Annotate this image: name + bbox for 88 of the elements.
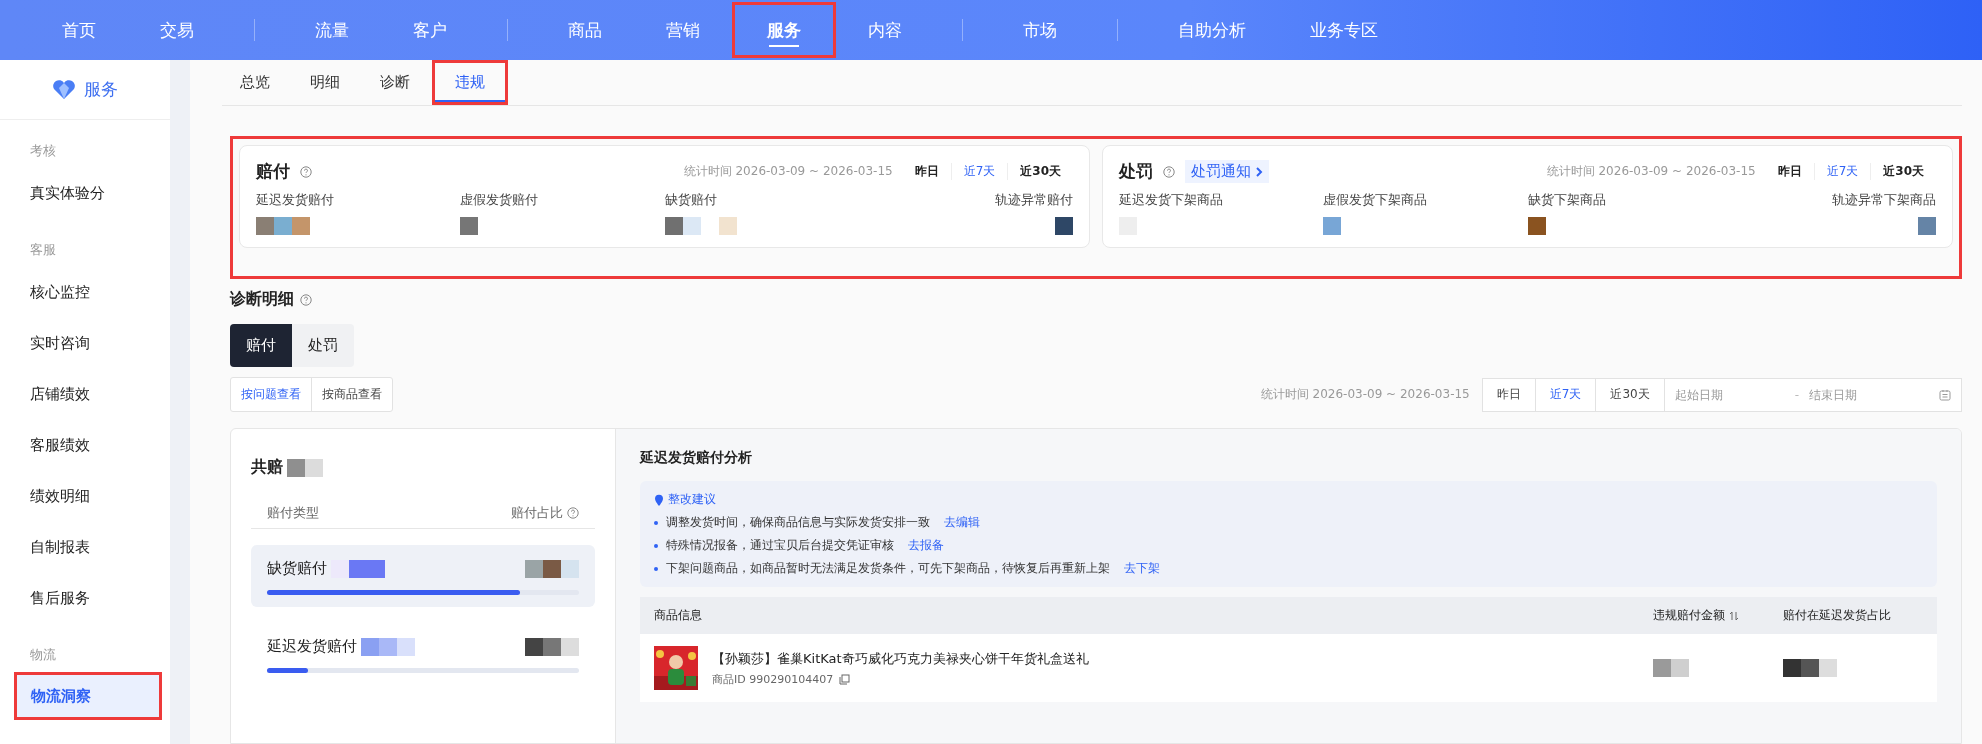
range-option[interactable]: 近30天 [1870,163,1936,180]
metric-label: 缺货赔付 [664,191,717,209]
advice-link[interactable]: 去下架 [1124,560,1160,577]
help-icon[interactable] [300,293,312,306]
card-title: 赔付 [256,160,290,183]
location-pin-icon [654,493,664,506]
sub-tab[interactable]: 诊断 [362,60,428,105]
range-option[interactable]: 近7天 [950,163,1008,180]
sidebar-item[interactable]: 售后服务 [0,573,168,624]
pixelated-value-drawing [1653,659,1689,677]
view-tab[interactable]: 按商品查看 [311,378,392,411]
column-header: 违规赔付金额 [1653,607,1725,624]
sidebar-item[interactable]: 真实体验分 [0,168,168,219]
metric-label: 虚假发货下架商品 [1323,191,1428,209]
chevron-right-icon [1255,166,1263,177]
bullet-icon [654,520,658,525]
pixelated-value-drawing [256,217,310,235]
pixelated-value-drawing [1783,659,1837,677]
card-title: 处罚 [1119,160,1153,183]
range-option[interactable]: 近7天 [1813,163,1871,180]
pixelated-value-drawing [1055,217,1073,235]
bullet-icon [654,543,658,548]
compensation-type-row[interactable]: 缺货赔付 [251,545,595,607]
nav-item[interactable]: 业务专区 [1278,0,1410,60]
bullet-icon [654,566,658,571]
advice-title: 整改建议 [668,491,716,508]
pixelated-value-drawing [361,637,415,656]
analysis-title: 延迟发货赔付分析 [640,449,753,467]
type-tab[interactable]: 赔付 [230,324,292,367]
metric-label: 虚假发货赔付 [460,191,539,209]
sidebar-section-heading: 考核 [29,142,57,160]
pixelated-value-drawing [525,637,579,656]
compensation-type-row[interactable]: 延迟发货赔付 [251,623,595,685]
type-label: 缺货赔付 [267,559,327,578]
sort-icon[interactable] [1729,610,1739,621]
column-header: 赔付在延迟发货占比 [1783,607,1891,624]
pixelated-value-drawing [460,217,479,235]
advice-text: 调整发货时间，确保商品信息与实际发货安排一致 [666,514,930,531]
sidebar-item[interactable]: 物流洞察 [14,672,162,720]
help-icon[interactable] [1163,165,1175,178]
advice-link[interactable]: 去编辑 [944,514,980,531]
range-option[interactable]: 近30天 [1007,163,1073,180]
range-option[interactable]: 昨日 [902,163,951,180]
type-label: 延迟发货赔付 [267,637,357,656]
advice-text: 下架问题商品，如商品暂时无法满足发货条件，可先下架商品，待恢复后再重新上架 [666,560,1110,577]
column-header: 商品信息 [654,607,702,624]
period-text: 统计时间 2026-03-09 ~ 2026-03-15 [683,163,893,180]
metric-label: 轨迹异常赔付 [995,191,1073,209]
help-icon[interactable] [300,165,312,178]
range-option[interactable]: 昨日 [1765,163,1814,180]
section-title: 诊断明细 [230,289,294,310]
sub-tab[interactable]: 明细 [292,60,358,105]
sidebar-section-heading: 客服 [29,241,57,259]
sidebar-item[interactable]: 店铺绩效 [0,369,168,420]
copy-icon[interactable] [839,673,851,685]
pixelated-value-drawing [1918,217,1936,235]
advice-link[interactable]: 去报备 [908,537,944,554]
sidebar-item[interactable]: 实时咨询 [0,318,168,369]
view-tab[interactable]: 按问题查看 [231,378,311,411]
pixelated-value-drawing [1323,217,1342,235]
column-header: 赔付占比 [511,504,563,522]
total-heading: 共赔 [251,457,283,478]
metric-label: 延迟发货下架商品 [1119,191,1223,209]
pixelated-value-drawing [525,559,579,578]
pixelated-value-drawing [287,458,323,477]
heart-logo-icon [52,79,76,100]
metric-label: 缺货下架商品 [1527,191,1606,209]
metric-label: 轨迹异常下架商品 [1832,191,1936,209]
sidebar-title: 服务 [84,78,118,101]
sidebar-section-heading: 物流 [29,646,57,664]
pixelated-value-drawing [331,559,385,578]
sidebar-item[interactable]: 客服绩效 [0,420,168,471]
sidebar-item[interactable]: 核心监控 [0,267,168,318]
type-tab[interactable]: 处罚 [292,324,354,367]
product-id: 商品ID 990290104407 [712,671,834,687]
column-header: 赔付类型 [267,504,319,522]
pixelated-value-drawing [1527,217,1546,235]
sub-tab[interactable]: 违规 [432,60,508,105]
period-text: 统计时间 2026-03-09 ~ 2026-03-15 [1260,386,1470,403]
advice-text: 特殊情况报备，通过宝贝后台提交凭证审核 [666,537,894,554]
help-icon[interactable] [567,507,579,519]
sidebar-item[interactable]: 自制报表 [0,522,168,573]
metric-label: 延迟发货赔付 [256,191,334,209]
period-text: 统计时间 2026-03-09 ~ 2026-03-15 [1546,163,1756,180]
product-title[interactable]: 【孙颖莎】雀巢KitKat奇巧威化巧克力美禄夹心饼干年货礼盒送礼 [712,649,1089,668]
sidebar-item[interactable]: 绩效明细 [0,471,168,522]
notice-link[interactable]: 处罚通知 [1185,160,1269,183]
sub-tab[interactable]: 总览 [222,60,288,105]
